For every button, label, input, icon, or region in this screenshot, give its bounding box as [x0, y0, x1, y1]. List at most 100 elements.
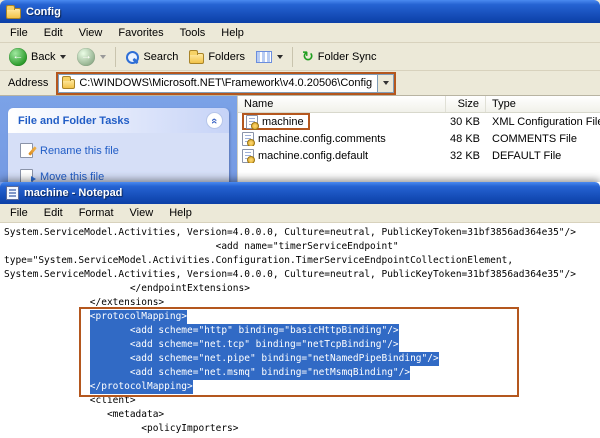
notepad-titlebar[interactable]: machine - Notepad — [0, 182, 600, 204]
explorer-titlebar[interactable]: Config — [0, 0, 600, 23]
code-line: <add name="timerServiceEndpoint" — [4, 240, 600, 254]
notepad-menu-edit[interactable]: Edit — [36, 205, 71, 221]
file-name-cell: machine.config.default — [238, 149, 446, 163]
notepad-icon — [6, 186, 19, 200]
selected-code: <protocolMapping> — [90, 310, 187, 324]
task-label: Move this file — [40, 171, 104, 183]
menu-file[interactable]: File — [2, 25, 36, 41]
toolbar-separator — [292, 47, 293, 67]
address-path: C:\WINDOWS\Microsoft.NET\Framework\v4.0.… — [79, 77, 373, 89]
menu-view[interactable]: View — [71, 25, 111, 41]
code-line: System.ServiceModel.Activities, Version=… — [4, 268, 600, 282]
address-dropdown-button[interactable] — [377, 75, 393, 92]
code-line: </protocolMapping> — [4, 380, 600, 394]
explorer-menubar: File Edit View Favorites Tools Help — [0, 23, 600, 43]
code-indent — [4, 339, 90, 350]
notepad-menu-view[interactable]: View — [122, 205, 162, 221]
menu-help[interactable]: Help — [213, 25, 252, 41]
forward-button[interactable] — [72, 45, 111, 69]
code-line: </extensions> — [4, 296, 600, 310]
back-button[interactable]: Back — [4, 45, 71, 69]
selected-code: <add scheme="net.msmq" binding="netMsmqB… — [90, 366, 410, 380]
code-line: <metadata> — [4, 408, 600, 422]
comments-file-icon — [242, 132, 254, 146]
toolbar-separator — [115, 47, 116, 67]
code-line: <add scheme="net.msmq" binding="netMsmqB… — [4, 366, 600, 380]
column-header-size[interactable]: Size — [446, 96, 486, 112]
notepad-menu-format[interactable]: Format — [71, 205, 122, 221]
file-size: 48 KB — [446, 133, 486, 145]
notepad-menubar: File Edit Format View Help — [0, 204, 600, 223]
column-header-type[interactable]: Type — [486, 96, 600, 112]
search-icon — [125, 50, 139, 64]
explorer-title: Config — [26, 6, 61, 18]
file-row-machine[interactable]: machine 30 KB XML Configuration File — [238, 113, 600, 130]
code-line: <policyImporters> — [4, 422, 600, 436]
code-indent — [4, 381, 90, 392]
file-row-machine-config-comments[interactable]: machine.config.comments 48 KB COMMENTS F… — [238, 130, 600, 147]
machine-annotation-box: machine — [242, 113, 310, 130]
file-name: machine — [262, 116, 304, 128]
menu-tools[interactable]: Tools — [172, 25, 214, 41]
address-annotation-box: C:\WINDOWS\Microsoft.NET\Framework\v4.0.… — [56, 72, 396, 95]
folder-sync-button[interactable]: Folder Sync — [297, 45, 381, 69]
code-indent — [4, 325, 90, 336]
back-dropdown-arrow[interactable] — [60, 55, 66, 59]
views-dropdown-arrow[interactable] — [277, 55, 283, 59]
notepad-text-area[interactable]: System.ServiceModel.Activities, Version=… — [0, 223, 600, 438]
folders-button[interactable]: Folders — [184, 45, 250, 69]
code-indent — [4, 311, 90, 322]
file-size: 32 KB — [446, 150, 486, 162]
menu-favorites[interactable]: Favorites — [110, 25, 171, 41]
views-button[interactable] — [251, 45, 288, 69]
code-indent — [4, 353, 90, 364]
file-size: 30 KB — [446, 116, 486, 128]
search-label: Search — [143, 51, 178, 63]
code-line: <add scheme="net.tcp" binding="netTcpBin… — [4, 338, 600, 352]
code-line: <add scheme="http" binding="basicHttpBin… — [4, 324, 600, 338]
menu-edit[interactable]: Edit — [36, 25, 71, 41]
folders-icon — [189, 53, 204, 64]
address-label: Address — [4, 77, 52, 89]
file-type: COMMENTS File — [486, 133, 600, 145]
selected-code: <add scheme="net.pipe" binding="netNamed… — [90, 352, 439, 366]
selected-code: </protocolMapping> — [90, 380, 193, 394]
back-icon — [9, 48, 27, 66]
file-name-cell: machine.config.comments — [238, 132, 446, 146]
file-folder-tasks-title: File and Folder Tasks — [18, 115, 130, 127]
selected-code: <add scheme="net.tcp" binding="netTcpBin… — [90, 338, 399, 352]
code-line: <client> — [4, 394, 600, 408]
task-label: Rename this file — [40, 145, 119, 157]
collapse-chevron-icon[interactable] — [206, 112, 223, 129]
file-row-machine-config-default[interactable]: machine.config.default 32 KB DEFAULT Fil… — [238, 147, 600, 164]
file-type: XML Configuration File — [486, 116, 600, 128]
code-line: <protocolMapping> — [4, 310, 600, 324]
file-name: machine.config.default — [258, 150, 368, 162]
task-rename-file[interactable]: Rename this file — [20, 143, 221, 158]
default-file-icon — [242, 149, 254, 163]
folder-sync-icon — [302, 50, 314, 64]
xml-config-file-icon — [246, 115, 258, 129]
code-line: </endpointExtensions> — [4, 282, 600, 296]
address-bar: Address C:\WINDOWS\Microsoft.NET\Framewo… — [0, 71, 600, 96]
back-label: Back — [31, 51, 55, 63]
notepad-window: machine - Notepad File Edit Format View … — [0, 182, 600, 438]
folders-label: Folders — [208, 51, 245, 63]
column-header-name[interactable]: Name — [238, 96, 446, 112]
file-folder-tasks-header[interactable]: File and Folder Tasks — [8, 108, 229, 133]
notepad-menu-file[interactable]: File — [2, 205, 36, 221]
file-type: DEFAULT File — [486, 150, 600, 162]
forward-dropdown-arrow — [100, 55, 106, 59]
code-line: <add scheme="net.pipe" binding="netNamed… — [4, 352, 600, 366]
file-name: machine.config.comments — [258, 133, 386, 145]
address-input[interactable]: C:\WINDOWS\Microsoft.NET\Framework\v4.0.… — [58, 74, 394, 93]
code-line: System.ServiceModel.Activities, Version=… — [4, 226, 600, 240]
forward-icon — [77, 48, 95, 66]
code-indent — [4, 367, 90, 378]
folder-icon — [6, 8, 21, 19]
file-name-cell: machine — [238, 113, 446, 130]
selected-code: <add scheme="http" binding="basicHttpBin… — [90, 324, 399, 338]
folder-sync-label: Folder Sync — [318, 51, 377, 63]
search-button[interactable]: Search — [120, 45, 183, 69]
notepad-menu-help[interactable]: Help — [161, 205, 200, 221]
